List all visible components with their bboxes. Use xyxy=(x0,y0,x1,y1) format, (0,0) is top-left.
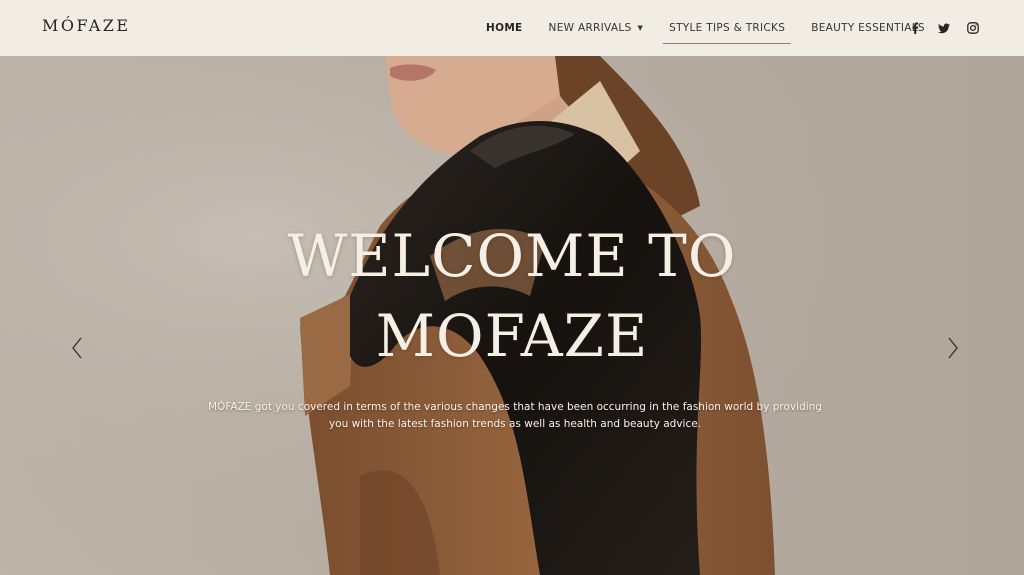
nav-new-arrivals[interactable]: NEW ARRIVALS ▼ xyxy=(549,0,644,56)
nav-new-arrivals-label: NEW ARRIVALS xyxy=(548,22,632,34)
nav-home[interactable]: HOME xyxy=(486,0,523,56)
twitter-icon[interactable] xyxy=(937,21,951,35)
nav-style-tips-label: STYLE TIPS & TRICKS xyxy=(669,22,786,34)
caret-down-icon: ▼ xyxy=(637,24,644,32)
hero-description: MÓFAZE got you covered in terms of the v… xyxy=(208,401,822,430)
hero-title-line2: MOFAZE xyxy=(375,302,649,370)
social-links xyxy=(908,0,995,56)
hero-title: WELCOME TO MOFAZE xyxy=(0,216,1024,376)
site-logo[interactable]: MÓFAZE xyxy=(42,16,131,35)
main-nav: HOME NEW ARRIVALS ▼ STYLE TIPS & TRICKS … xyxy=(486,0,951,56)
facebook-icon[interactable] xyxy=(908,21,922,35)
nav-style-tips[interactable]: STYLE TIPS & TRICKS xyxy=(663,0,792,56)
nav-home-label: HOME xyxy=(486,22,523,34)
site-header: MÓFAZE HOME NEW ARRIVALS ▼ STYLE TIPS & … xyxy=(0,0,1024,56)
instagram-icon[interactable] xyxy=(966,21,980,35)
hero-title-line1: WELCOME TO xyxy=(287,222,737,290)
hero-slider: WELCOME TO MOFAZE MÓFAZE got you covered… xyxy=(0,56,1024,575)
